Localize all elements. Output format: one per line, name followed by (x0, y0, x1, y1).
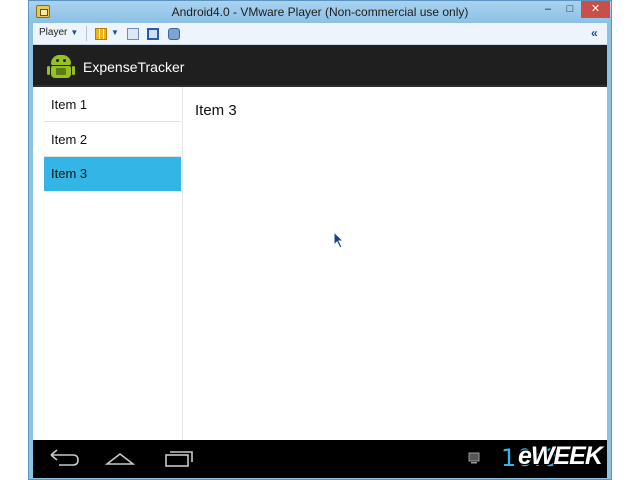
suspend-icon[interactable] (95, 28, 107, 40)
detail-title: Item 3 (195, 102, 237, 119)
android-body (51, 66, 71, 78)
toolbar: Player ▼ ▼ « (33, 23, 607, 45)
android-screen: ExpenseTracker Item 1 Item 2 Item 3 Item… (33, 45, 607, 478)
list-item[interactable]: Item 1 (44, 88, 181, 122)
cursor-icon (333, 231, 345, 249)
android-arm (47, 66, 50, 75)
suspend-caret-icon[interactable]: ▼ (111, 28, 119, 37)
toolbar-divider (86, 26, 87, 41)
expand-icon[interactable]: « (591, 26, 598, 40)
item-list: Item 1 Item 2 Item 3 (33, 87, 183, 440)
list-item[interactable]: Item 2 (44, 123, 181, 157)
player-menu-button[interactable]: Player ▼ (39, 27, 78, 38)
fullscreen-icon[interactable] (147, 28, 159, 40)
maximize-button[interactable]: □ (559, 1, 581, 18)
vmware-window: Android4.0 - VMware Player (Non-commerci… (28, 0, 612, 480)
network-icon[interactable] (127, 28, 139, 40)
player-caret-icon: ▼ (70, 28, 79, 37)
close-button[interactable]: ✕ (581, 1, 610, 18)
android-icon[interactable] (47, 52, 75, 80)
list-item-selected[interactable]: Item 3 (44, 157, 181, 191)
window-title: Android4.0 - VMware Player (Non-commerci… (171, 5, 469, 19)
screen-icon (468, 452, 480, 464)
unity-icon[interactable] (168, 28, 180, 40)
back-icon[interactable] (47, 447, 81, 469)
title-bar[interactable]: Android4.0 - VMware Player (Non-commerci… (29, 1, 611, 23)
action-bar: ExpenseTracker (33, 45, 607, 87)
minimize-button[interactable]: – (537, 1, 559, 18)
app-title: ExpenseTracker (83, 59, 185, 75)
android-head (51, 55, 71, 65)
eweek-watermark: eWEEK (518, 442, 603, 470)
home-icon[interactable] (103, 447, 137, 469)
android-arm (72, 66, 75, 75)
recents-icon[interactable] (161, 447, 195, 469)
player-menu-label: Player (39, 27, 68, 38)
